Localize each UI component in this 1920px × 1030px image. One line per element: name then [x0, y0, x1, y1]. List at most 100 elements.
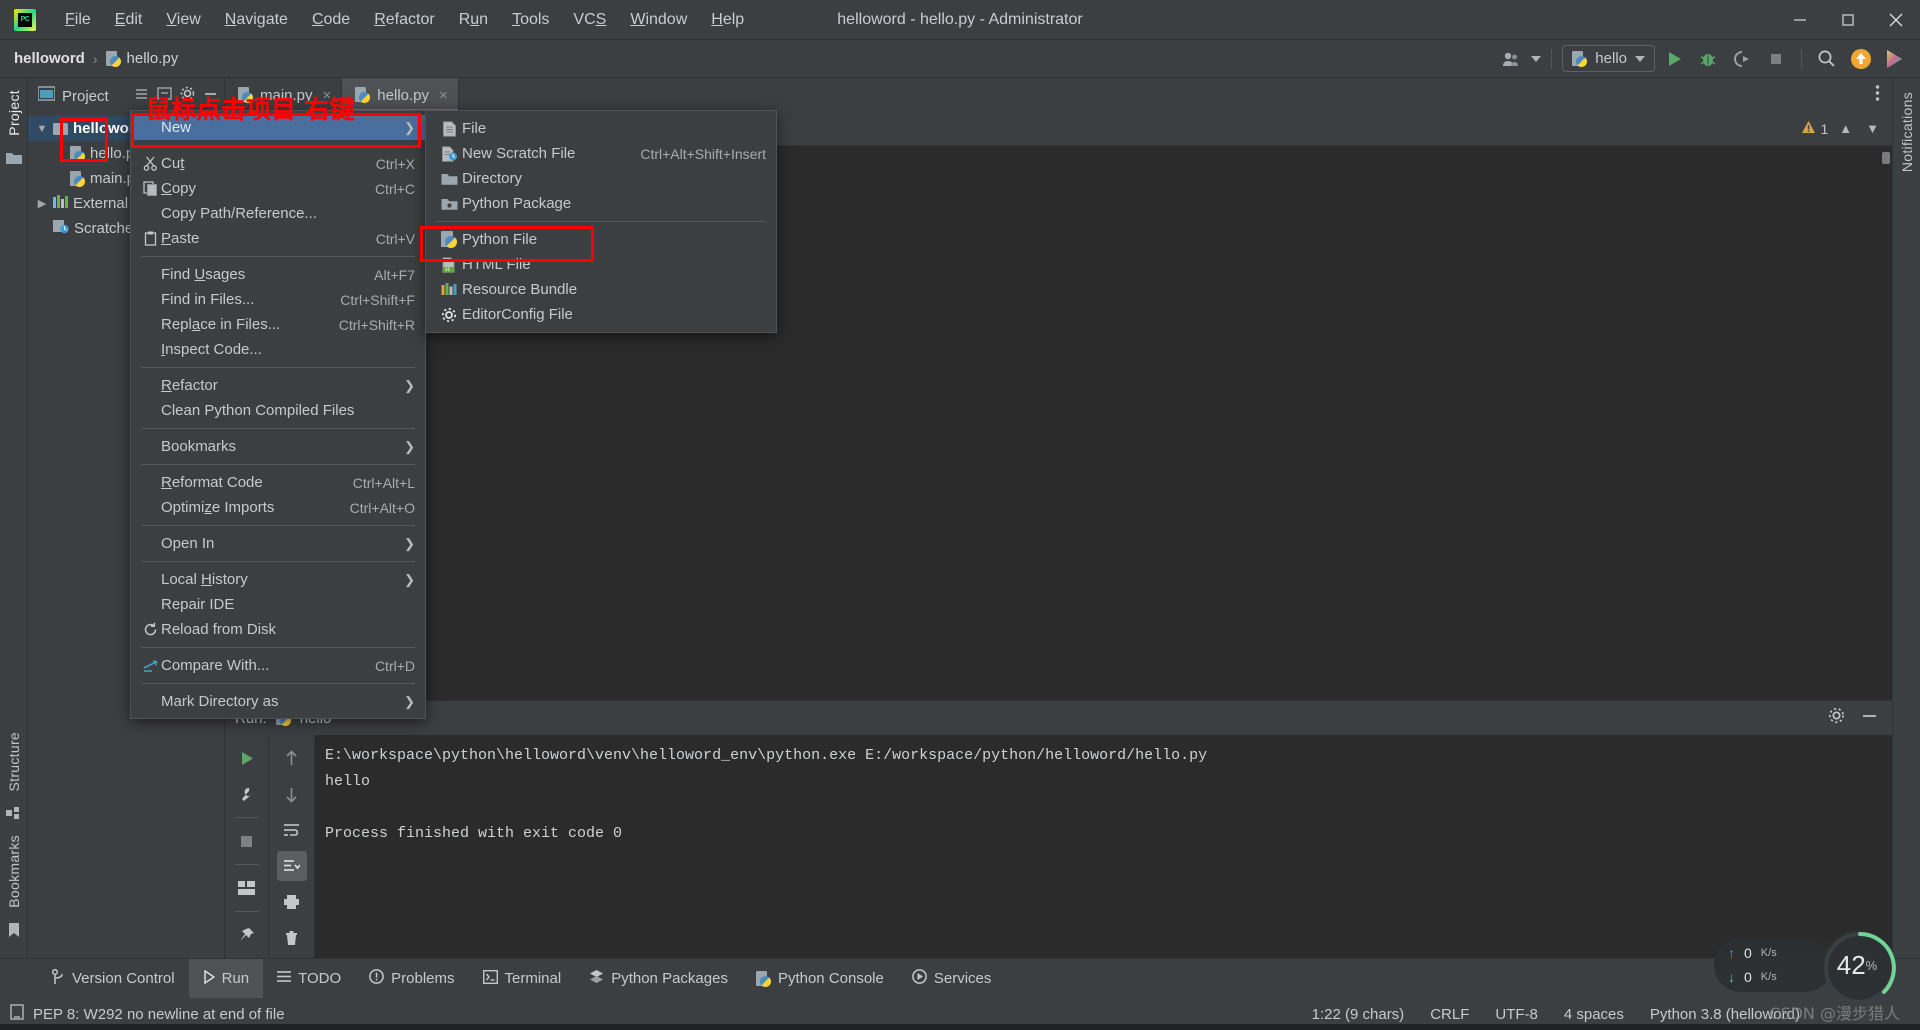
menu-window[interactable]: Window: [619, 7, 698, 33]
menu-refactor[interactable]: Refactor: [363, 7, 445, 33]
sidebar-item-structure[interactable]: Structure: [6, 732, 22, 792]
context-menu-item-cut[interactable]: Cut Ctrl+X: [131, 151, 425, 176]
search-icon[interactable]: [1812, 44, 1842, 74]
stop-icon[interactable]: [232, 826, 262, 856]
minimize-icon[interactable]: [1776, 0, 1824, 40]
menu-run[interactable]: Run: [448, 7, 499, 33]
context-menu-item-reformat-code[interactable]: Reformat Code Ctrl+Alt+L: [131, 470, 425, 495]
caret-position[interactable]: 1:22 (9 chars): [1312, 1006, 1405, 1023]
submenu-item-python-package[interactable]: Python Package: [426, 191, 776, 216]
breadcrumb-file[interactable]: hello.py: [127, 50, 179, 67]
chevron-down-icon[interactable]: [1635, 55, 1645, 62]
download-unit: K/s: [1760, 971, 1777, 983]
trash-icon[interactable]: [277, 923, 307, 953]
context-menu-item-find-usages[interactable]: Find Usages Alt+F7: [131, 262, 425, 287]
context-menu-item-inspect-code[interactable]: Inspect Code...: [131, 337, 425, 362]
context-menu-item-local-history[interactable]: Local History ❯: [131, 567, 425, 592]
context-menu-item-replace-in-files[interactable]: Replace in Files... Ctrl+Shift+R: [131, 312, 425, 337]
close-icon[interactable]: ×: [439, 87, 448, 104]
rerun-play-icon[interactable]: [232, 743, 262, 773]
context-menu-item-repair-ide[interactable]: Repair IDE: [131, 592, 425, 617]
indent-setting[interactable]: 4 spaces: [1564, 1006, 1624, 1023]
context-menu-item-copy[interactable]: Copy Ctrl+C: [131, 176, 425, 201]
context-menu-item-clean-python-compiled-files[interactable]: Clean Python Compiled Files: [131, 398, 425, 423]
context-menu-item-optimize-imports[interactable]: Optimize Imports Ctrl+Alt+O: [131, 495, 425, 520]
menu-view[interactable]: View: [155, 7, 211, 33]
menu-navigate[interactable]: Navigate: [214, 7, 299, 33]
sidebar-item-bookmarks[interactable]: Bookmarks: [6, 835, 22, 908]
arrow-up-icon[interactable]: [277, 743, 307, 773]
submenu-item-editorconfig-file[interactable]: EditorConfig File: [426, 302, 776, 327]
bottom-item-version-control[interactable]: Version Control: [38, 959, 189, 999]
status-badge[interactable]: 1: [1801, 120, 1828, 137]
file-encoding[interactable]: UTF-8: [1495, 1006, 1538, 1023]
bookmark-icon[interactable]: [4, 920, 24, 940]
chevron-down-icon[interactable]: ▼: [1863, 121, 1882, 136]
soft-wrap-icon[interactable]: [277, 815, 307, 845]
line-separator[interactable]: CRLF: [1430, 1006, 1469, 1023]
event-log-icon[interactable]: [10, 1004, 24, 1024]
wrench-icon[interactable]: [232, 779, 262, 809]
ide-feature-icon[interactable]: [1880, 44, 1910, 74]
menu-file[interactable]: FFileile: [54, 7, 102, 33]
run-configuration-selector[interactable]: hello: [1562, 45, 1655, 72]
menu-help[interactable]: Help: [700, 7, 755, 33]
chevron-down-icon[interactable]: ▼: [36, 123, 48, 135]
context-menu-item-copy-path[interactable]: Copy Path/Reference...: [131, 201, 425, 226]
update-arrow-icon[interactable]: [1846, 44, 1876, 74]
hide-icon[interactable]: [1861, 709, 1878, 727]
chevron-right-icon[interactable]: ▶: [36, 197, 48, 210]
scroll-to-end-icon[interactable]: [276, 851, 307, 881]
breadcrumb-project[interactable]: helloword: [14, 50, 85, 67]
editor-scrollbar-marker[interactable]: [1882, 152, 1890, 164]
pin-icon[interactable]: [232, 920, 262, 950]
folder-icon[interactable]: [4, 148, 24, 168]
bottom-item-python-packages[interactable]: Python Packages: [575, 959, 742, 999]
context-menu-item-reload-from-disk[interactable]: Reload from Disk: [131, 617, 425, 642]
settings-gear-icon[interactable]: [1828, 707, 1845, 729]
chevron-up-icon[interactable]: ▲: [1836, 121, 1855, 136]
run-play-icon[interactable]: [1659, 44, 1689, 74]
bottom-item-terminal[interactable]: Terminal: [469, 959, 576, 999]
bottom-item-todo[interactable]: TODO: [263, 959, 355, 999]
context-menu-item-bookmarks[interactable]: Bookmarks ❯: [131, 434, 425, 459]
bottom-item-services[interactable]: Services: [898, 959, 1006, 999]
debug-bug-icon[interactable]: [1693, 44, 1723, 74]
tab-hello-py[interactable]: hello.py ×: [342, 78, 459, 112]
maximize-icon[interactable]: [1824, 0, 1872, 40]
user-account-icon[interactable]: [1497, 44, 1527, 74]
more-vertical-icon[interactable]: [1875, 84, 1880, 107]
context-menu-item-open-in[interactable]: Open In ❯: [131, 531, 425, 556]
menu-edit[interactable]: Edit: [104, 7, 154, 33]
bottom-item-problems[interactable]: Problems: [355, 959, 468, 999]
submenu-item-directory[interactable]: Directory: [426, 166, 776, 191]
layout-icon[interactable]: [232, 873, 262, 903]
submenu-item-file[interactable]: File: [426, 116, 776, 141]
warning-count: 1: [1820, 120, 1829, 137]
account-dropdown-icon[interactable]: [1531, 55, 1542, 62]
arrow-down-icon[interactable]: [277, 779, 307, 809]
run-coverage-icon[interactable]: [1727, 44, 1757, 74]
menu-code[interactable]: Code: [301, 7, 361, 33]
bottom-item-python-console[interactable]: Python Console: [742, 959, 898, 999]
close-icon[interactable]: [1872, 0, 1920, 40]
context-menu-item-refactor[interactable]: Refactor ❯: [131, 373, 425, 398]
submenu-item-resource-bundle[interactable]: Resource Bundle: [426, 277, 776, 302]
submenu-item-python-file[interactable]: Python File: [426, 227, 776, 252]
context-menu-item-mark-directory-as[interactable]: Mark Directory as ❯: [131, 689, 425, 714]
menu-tools[interactable]: Tools: [501, 7, 560, 33]
submenu-item-html-file[interactable]: H HTML File: [426, 252, 776, 277]
sidebar-item-notifications[interactable]: Notifications: [1899, 92, 1915, 172]
menu-vcs[interactable]: VCS: [562, 7, 617, 33]
stop-square-icon[interactable]: [1761, 44, 1791, 74]
run-console-output[interactable]: E:\workspace\python\helloword\venv\hello…: [315, 735, 1892, 958]
context-menu-item-find-in-files[interactable]: Find in Files... Ctrl+Shift+F: [131, 287, 425, 312]
structure-icon[interactable]: [4, 803, 24, 823]
bottom-item-run[interactable]: Run: [188, 958, 264, 999]
print-icon[interactable]: [277, 887, 307, 917]
submenu-item-new-scratch-file[interactable]: New Scratch File Ctrl+Alt+Shift+Insert: [426, 141, 776, 166]
run-window-header: Run: hello: [225, 701, 1892, 735]
context-menu-item-paste[interactable]: Paste Ctrl+V: [131, 226, 425, 251]
sidebar-item-project[interactable]: Project: [6, 90, 22, 136]
context-menu-item-compare-with[interactable]: Compare With... Ctrl+D: [131, 653, 425, 678]
